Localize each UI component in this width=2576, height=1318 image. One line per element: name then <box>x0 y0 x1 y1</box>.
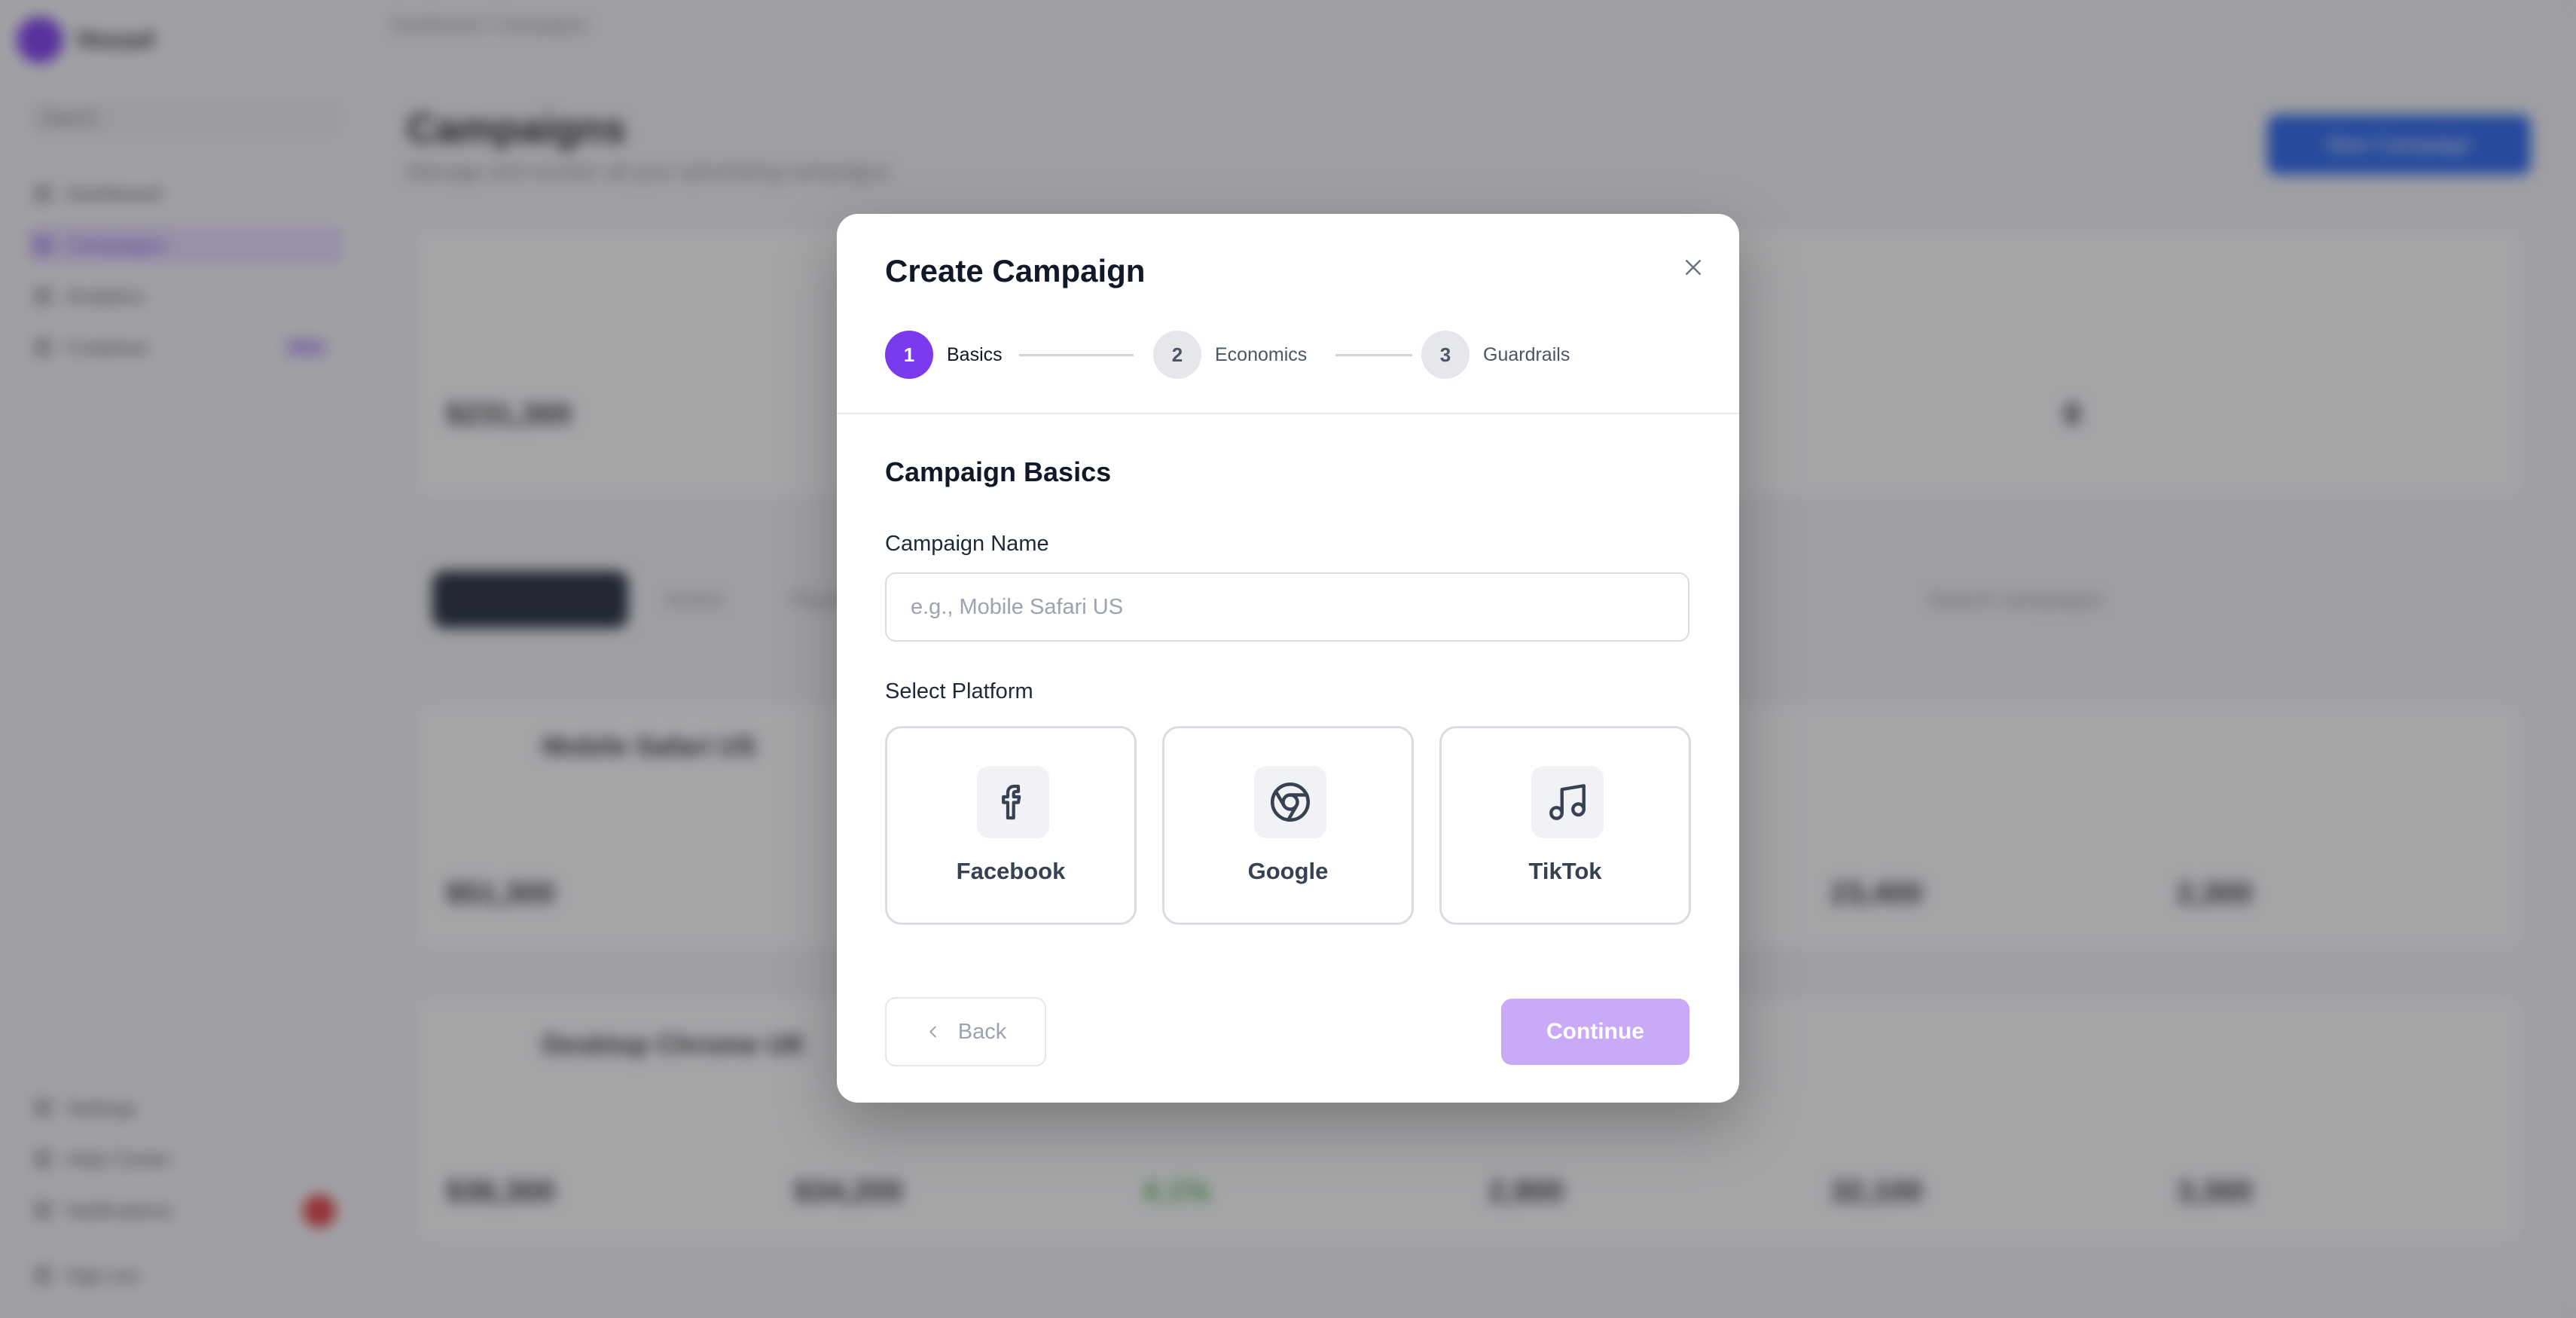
back-label: Back <box>957 1019 1007 1044</box>
platform-option-facebook[interactable]: Facebook <box>885 726 1137 925</box>
step-basics: 1 Basics <box>885 330 1003 380</box>
close-button[interactable] <box>1673 247 1714 288</box>
platform-name: Facebook <box>956 858 1066 884</box>
step-label: Guardrails <box>1483 343 1570 365</box>
chrome-icon <box>1271 783 1310 822</box>
step-label: Basics <box>947 343 1003 365</box>
step-economics: 2 Economics <box>1153 330 1307 380</box>
facebook-icon-box <box>977 766 1049 838</box>
step-guardrails: 3 Guardrails <box>1421 330 1570 380</box>
section-title: Campaign Basics <box>885 456 1112 487</box>
step-label: Economics <box>1215 343 1308 365</box>
close-icon <box>1686 260 1701 275</box>
header-divider <box>837 413 1739 414</box>
facebook-icon <box>1002 784 1021 820</box>
music-note-icon <box>1549 784 1586 820</box>
create-campaign-modal: Create Campaign 1 Basics 2 Economics 3 G… <box>837 214 1739 1103</box>
step-connector <box>1019 354 1134 356</box>
step-connector <box>1335 354 1412 356</box>
step-number: 1 <box>885 331 933 379</box>
platform-name: Google <box>1247 858 1329 884</box>
continue-button[interactable]: Continue <box>1501 999 1689 1065</box>
platform-name: TikTok <box>1528 858 1602 884</box>
campaign-name-input[interactable] <box>885 572 1689 642</box>
back-button[interactable]: Back <box>885 997 1046 1066</box>
step-number: 3 <box>1421 331 1470 379</box>
select-platform-label: Select Platform <box>885 679 1033 703</box>
chrome-icon-box <box>1254 766 1326 838</box>
stepper: 1 Basics 2 Economics 3 Guardrails <box>885 330 1638 380</box>
chevron-left-icon <box>925 1024 942 1040</box>
platform-option-google[interactable]: Google <box>1162 726 1414 925</box>
platform-option-tiktok[interactable]: TikTok <box>1439 726 1691 925</box>
modal-title: Create Campaign <box>885 253 1146 288</box>
music-icon-box <box>1531 766 1604 838</box>
step-number: 2 <box>1153 331 1201 379</box>
campaign-name-label: Campaign Name <box>885 532 1049 556</box>
